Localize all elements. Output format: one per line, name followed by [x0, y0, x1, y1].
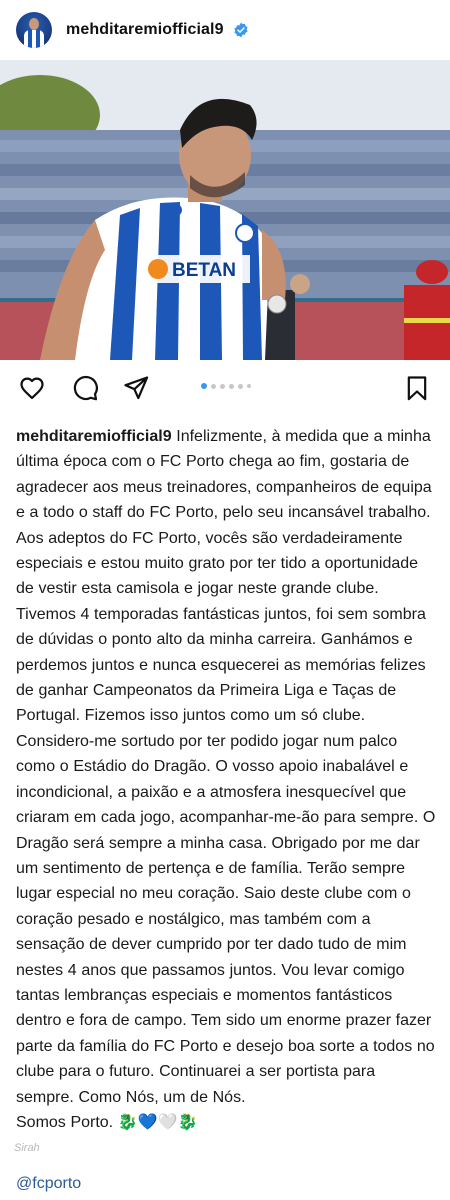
caption-username[interactable]: mehditaremiofficial9	[16, 428, 172, 445]
avatar-head	[29, 18, 39, 30]
post-caption: mehditaremiofficial9 Infelizmente, à med…	[16, 424, 436, 1135]
jersey-sponsor-text: BETAN	[172, 260, 236, 281]
caption-emojis: 🐉💙🤍🐉	[117, 1113, 198, 1131]
post-header: mehditaremiofficial9	[0, 0, 450, 60]
watermark: Sirah	[14, 1142, 40, 1154]
send-icon[interactable]	[121, 374, 151, 402]
mention-link[interactable]: @fcporto	[16, 1175, 81, 1193]
carousel-indicator	[201, 383, 251, 389]
caption-sign-off: Somos Porto.	[16, 1113, 114, 1131]
carousel-dot	[220, 383, 225, 389]
verified-badge-icon	[234, 22, 248, 38]
post-photo[interactable]: BETAN	[0, 60, 450, 360]
caption-text: Infelizmente, à medida que a minha últim…	[16, 428, 436, 1106]
carousel-dot-active	[201, 383, 207, 389]
avatar-jersey	[24, 30, 44, 48]
comment-icon[interactable]	[70, 374, 100, 402]
carousel-dot	[229, 383, 234, 389]
carousel-dot	[238, 383, 243, 389]
photo-illustration: BETAN	[0, 60, 450, 360]
bookmark-icon[interactable]	[402, 374, 432, 402]
carousel-dot	[247, 384, 251, 388]
username[interactable]: mehditaremiofficial9	[66, 21, 224, 39]
avatar[interactable]	[16, 12, 52, 48]
carousel-dot	[211, 383, 216, 389]
heart-icon[interactable]	[17, 374, 47, 402]
